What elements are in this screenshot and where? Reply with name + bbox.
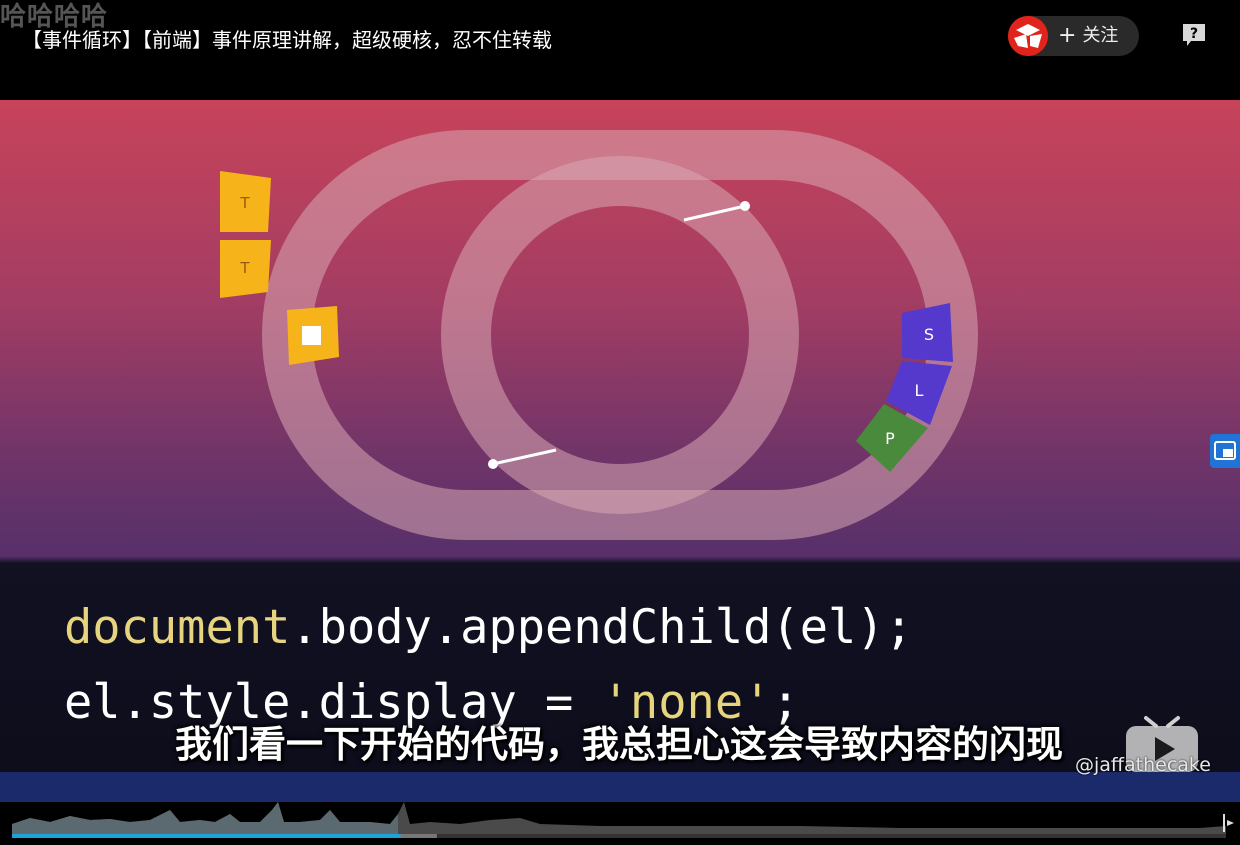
video-bottom-band bbox=[0, 772, 1240, 802]
progress-bar[interactable] bbox=[0, 802, 1240, 845]
loop-pointer-dot-top bbox=[740, 201, 750, 211]
subtitle-text: 我们看一下开始的代码，我总担心这会导致内容的闪现 bbox=[175, 723, 1063, 766]
side-panel-toggle-button[interactable] bbox=[1210, 434, 1240, 468]
code-token-object: document bbox=[64, 600, 291, 655]
progress-area[interactable] bbox=[0, 802, 1240, 845]
video-title: 【事件循环】【前端】事件原理讲解，超级硬核，忍不住转载 bbox=[22, 28, 552, 52]
follow-button[interactable]: + 关注 bbox=[1058, 16, 1118, 56]
task-block-2-label: T bbox=[239, 259, 250, 277]
svg-text:?: ? bbox=[1190, 26, 1198, 42]
follow-label: 关注 bbox=[1082, 25, 1119, 46]
progress-played bbox=[12, 834, 401, 838]
plus-icon: + bbox=[1058, 23, 1077, 48]
danmaku-heatmap-played bbox=[12, 802, 398, 838]
loop-pointer-dot-bottom bbox=[488, 459, 498, 469]
code-line-1: document.body.appendChild(el); bbox=[64, 600, 913, 655]
task-block-1-label: T bbox=[239, 194, 250, 212]
video-frame[interactable]: T T S L P document.body.appendChild(el);… bbox=[0, 100, 1240, 802]
code-token-rest: .body.appendChild(el); bbox=[290, 600, 913, 655]
watermark: @jaffathecake bbox=[1075, 754, 1211, 776]
render-style-label: S bbox=[924, 325, 934, 344]
loop-outer-track bbox=[262, 130, 978, 540]
top-bar: 哈哈哈哈 【事件循环】【前端】事件原理讲解，超级硬核，忍不住转载 + 关注 ? bbox=[0, 0, 1240, 100]
help-icon[interactable]: ? bbox=[1181, 22, 1207, 48]
current-task-marker bbox=[302, 326, 321, 345]
render-paint-label: P bbox=[885, 429, 895, 448]
avatar-logo-icon bbox=[1008, 16, 1048, 56]
render-layout-label: L bbox=[915, 381, 924, 400]
loop-inner-track bbox=[441, 156, 799, 514]
subtitle: 我们看一下开始的代码，我总担心这会导致内容的闪现 bbox=[0, 714, 1240, 768]
uploader-avatar[interactable] bbox=[1008, 16, 1048, 56]
miniplayer-icon bbox=[1214, 441, 1236, 460]
follow-group: + 关注 bbox=[1008, 16, 1139, 56]
